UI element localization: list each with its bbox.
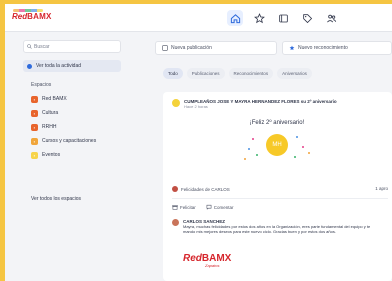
reaction-text[interactable]: Felicidades de CARLOS xyxy=(181,187,230,192)
square-icon[interactable] xyxy=(275,10,291,26)
view-all-activity-button[interactable]: Ver toda la actividad xyxy=(23,60,121,72)
confetti-dot xyxy=(294,156,296,158)
search-placeholder: Buscar xyxy=(34,43,50,50)
reaction-row: Felicidades de CARLOS xyxy=(172,186,230,192)
anniversary-title: ¡Feliz 2º aniversario! xyxy=(249,120,305,126)
new-post-label: Nueva publicación xyxy=(171,45,212,51)
congratulate-button[interactable]: Felicitar xyxy=(172,204,196,210)
activity-label: Ver toda la actividad xyxy=(36,63,82,69)
comment: CARLOS SANCHEZ Mayra, muchas felicidades… xyxy=(172,219,383,234)
comment-text: Mayra, muchas felicidades por estos dos … xyxy=(183,224,371,234)
nav-icons xyxy=(227,10,339,26)
filter-chip-aniversarios[interactable]: Aniversarios xyxy=(277,68,312,79)
home-icon[interactable] xyxy=(227,10,243,26)
logo-red-text: Red xyxy=(12,12,28,21)
space-label: Cultura xyxy=(42,110,59,116)
logo-bamx-text: BAMX xyxy=(27,12,52,21)
reaction-avatar xyxy=(172,186,178,192)
space-item-red-bamx[interactable]: ▪ Red BAMX xyxy=(31,92,96,106)
app-frame: Red BAMX Buscar Ver toda la actividad Es… xyxy=(5,4,392,281)
space-label: Eventos xyxy=(42,152,61,158)
space-icon: ▪ xyxy=(31,123,38,131)
filter-chip-publicaciones[interactable]: Publicaciones xyxy=(186,68,225,79)
filter-chip-todo[interactable]: Todo xyxy=(163,68,183,79)
post-avatar xyxy=(172,99,180,107)
post-timestamp: Hace 2 horas xyxy=(184,104,208,109)
congratulate-label: Felicitar xyxy=(180,204,196,210)
post-divider xyxy=(172,198,388,199)
anniversary-card: ¡Feliz 2º aniversario! MH xyxy=(172,118,382,172)
app-logo[interactable]: Red BAMX xyxy=(12,9,52,21)
people-icon[interactable] xyxy=(323,10,339,26)
spaces-section-title: Espacios xyxy=(31,82,52,88)
space-label: RRHH xyxy=(42,124,57,130)
star-icon xyxy=(289,45,295,51)
space-icon: ▪ xyxy=(31,95,38,103)
comment-logo-sub: Zapatos xyxy=(205,263,220,268)
confetti-dot xyxy=(244,158,246,160)
comment-bubble: CARLOS SANCHEZ Mayra, muchas felicidades… xyxy=(183,219,383,234)
post-header: CUMPLEAÑOS JOSE Y MAYRA HERNANDEZ FLORES… xyxy=(172,99,337,109)
logo-decoration xyxy=(13,9,43,12)
space-item-cursos[interactable]: ▪ Cursos y capacitaciones xyxy=(31,134,96,148)
space-icon: ▪ xyxy=(31,109,38,117)
confetti-dot xyxy=(252,138,254,140)
activity-icon xyxy=(27,63,32,69)
gift-icon xyxy=(172,205,178,210)
star-icon[interactable] xyxy=(251,10,267,26)
filter-chip-reconocimientos[interactable]: Reconocimientos xyxy=(228,68,274,79)
top-navigation: Red BAMX xyxy=(5,4,392,32)
comment-button[interactable]: Comentar xyxy=(206,204,234,210)
comment-image-logo: Red BAMX Zapatos xyxy=(183,253,231,268)
space-icon: ▪ xyxy=(31,137,38,145)
confetti-dot xyxy=(302,146,304,148)
feed-filters: Todo Publicaciones Reconocimientos Anive… xyxy=(163,68,312,79)
post-actions: Felicitar Comentar xyxy=(172,204,234,210)
comment-label: Comentar xyxy=(213,204,234,210)
anniversary-avatar: MH xyxy=(266,134,288,156)
comment-avatar xyxy=(172,219,179,226)
comment-icon xyxy=(206,204,212,210)
confetti-dot xyxy=(296,136,298,138)
comment-logo-red: Red xyxy=(183,253,202,264)
confetti-dot xyxy=(256,154,258,156)
reaction-count[interactable]: 1 apro xyxy=(375,186,388,191)
confetti-dot xyxy=(248,148,250,150)
edit-icon xyxy=(162,45,168,51)
main-feed: Nueva publicación Nuevo reconocimiento T… xyxy=(155,32,392,281)
space-icon: ▪ xyxy=(31,151,38,159)
confetti-dot xyxy=(308,152,310,154)
new-post-button[interactable]: Nueva publicación xyxy=(155,41,277,55)
see-all-spaces-link[interactable]: Ver todos los espacios xyxy=(31,196,81,202)
space-item-cultura[interactable]: ▪ Cultura xyxy=(31,106,96,120)
search-input[interactable]: Buscar xyxy=(23,40,121,53)
sidebar: Buscar Ver toda la actividad Espacios ▪ … xyxy=(5,32,125,281)
feed-post: CUMPLEAÑOS JOSE Y MAYRA HERNANDEZ FLORES… xyxy=(163,92,392,281)
search-icon xyxy=(27,44,32,49)
composer-bar: Nueva publicación Nuevo reconocimiento xyxy=(155,41,392,55)
space-item-eventos[interactable]: ▪ Eventos xyxy=(31,148,96,162)
new-recognition-button[interactable]: Nuevo reconocimiento xyxy=(282,41,392,55)
spaces-list: ▪ Red BAMX ▪ Cultura ▪ RRHH ▪ Cursos y c… xyxy=(31,92,96,162)
space-item-rrhh[interactable]: ▪ RRHH xyxy=(31,120,96,134)
tag-icon[interactable] xyxy=(299,10,315,26)
new-recognition-label: Nuevo reconocimiento xyxy=(298,45,348,51)
space-label: Red BAMX xyxy=(42,96,67,102)
space-label: Cursos y capacitaciones xyxy=(42,138,97,144)
